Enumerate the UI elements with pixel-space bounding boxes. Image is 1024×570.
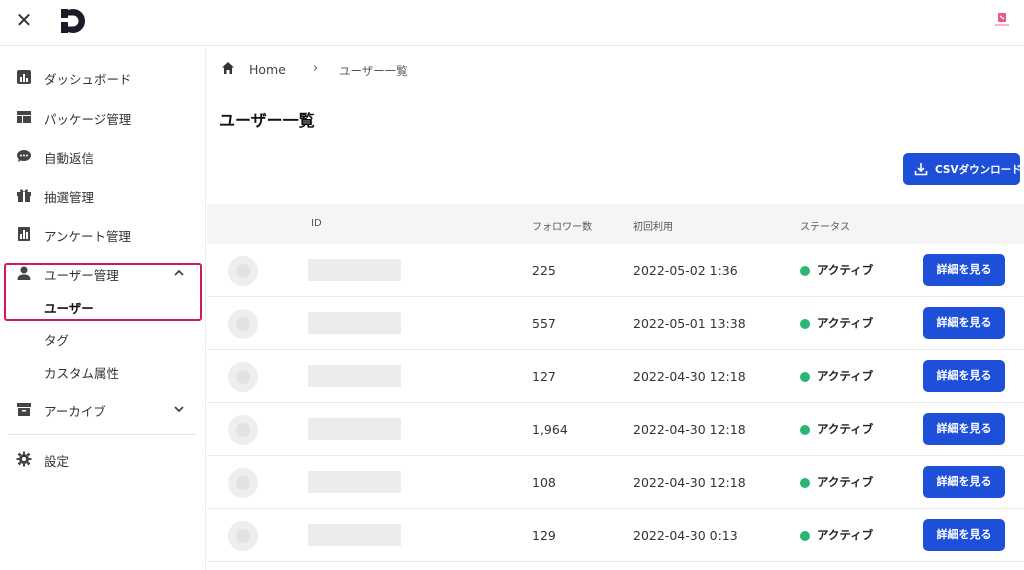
first-use-date: 2022-04-30 0:13 [633, 528, 738, 543]
status-label: アクティブ [817, 528, 874, 542]
table-row: 557 2022-05-01 13:38 アクティブ 詳細を見る [207, 297, 1024, 350]
sidebar-item-archive[interactable]: アーカイブ [0, 391, 206, 427]
csv-download-label: CSVダウンロード [935, 164, 1022, 176]
status-label: アクティブ [817, 369, 874, 383]
first-use-date: 2022-04-30 12:18 [633, 369, 746, 384]
layout-icon [17, 111, 31, 123]
user-avatar [228, 468, 258, 498]
user-id-redacted [308, 524, 401, 546]
first-use-date: 2022-05-02 1:36 [633, 263, 738, 278]
csv-download-button[interactable]: CSVダウンロード [903, 153, 1022, 185]
table-row: 1,964 2022-04-30 12:18 アクティブ 詳細を見る [207, 403, 1024, 456]
download-icon [914, 163, 928, 176]
chat-bubble-icon [17, 150, 31, 162]
sidebar-item-label: 抽選管理 [44, 190, 95, 205]
main-content: Home › ユーザー一覧 ユーザー一覧 CSVダウンロード ID フォロワー数… [207, 47, 1024, 570]
table-row: 108 2022-04-30 12:18 アクティブ 詳細を見る [207, 456, 1024, 509]
first-use-date: 2022-04-30 12:18 [633, 475, 746, 490]
status-label: アクティブ [817, 422, 874, 436]
status-label: アクティブ [817, 475, 874, 489]
home-icon[interactable] [221, 61, 235, 75]
sidebar-item-label: 自動返信 [44, 151, 95, 166]
close-icon[interactable]: ✕ [14, 10, 34, 30]
user-id-redacted [308, 418, 401, 440]
bar-chart-icon [17, 70, 31, 84]
view-details-button[interactable]: 詳細を見る [923, 360, 1005, 392]
gift-icon [17, 189, 31, 202]
app-logo-icon[interactable] [58, 7, 86, 35]
status-dot-icon [800, 478, 810, 488]
column-header-id: ID [311, 218, 322, 229]
follower-count: 1,964 [532, 422, 568, 437]
follower-count: 127 [532, 369, 556, 384]
sidebar-item-label: パッケージ管理 [44, 112, 132, 127]
user-avatar [228, 256, 258, 286]
sidebar-item-lottery[interactable]: 抽選管理 [0, 177, 206, 213]
follower-count: 129 [532, 528, 556, 543]
user-id-redacted [308, 312, 401, 334]
status-dot-icon [800, 266, 810, 276]
status-label: アクティブ [817, 263, 874, 277]
archive-icon [17, 403, 31, 416]
status-dot-icon [800, 372, 810, 382]
column-header-first-use: 初回利用 [633, 222, 673, 233]
sidebar-divider [8, 434, 196, 435]
user-avatar [228, 521, 258, 551]
page-title: ユーザー一覧 [219, 111, 315, 130]
breadcrumb-current: ユーザー一覧 [339, 64, 408, 78]
account-avatar[interactable] [992, 10, 1012, 30]
poll-icon [18, 227, 30, 241]
user-id-redacted [308, 259, 401, 281]
first-use-date: 2022-04-30 12:18 [633, 422, 746, 437]
breadcrumb-home-link[interactable]: Home [249, 62, 286, 77]
user-avatar [228, 415, 258, 445]
follower-count: 108 [532, 475, 556, 490]
sidebar-item-packages[interactable]: パッケージ管理 [0, 99, 206, 135]
table-row: 129 2022-04-30 0:13 アクティブ 詳細を見る [207, 509, 1024, 562]
sidebar-item-dashboard[interactable]: ダッシュボード [0, 59, 206, 95]
highlight-frame [4, 263, 202, 321]
follower-count: 557 [532, 316, 556, 331]
view-details-button[interactable]: 詳細を見る [923, 466, 1005, 498]
status-dot-icon [800, 425, 810, 435]
view-details-button[interactable]: 詳細を見る [923, 519, 1005, 551]
gear-icon [16, 451, 32, 467]
view-details-button[interactable]: 詳細を見る [923, 254, 1005, 286]
sidebar-item-survey[interactable]: アンケート管理 [0, 216, 206, 252]
sidebar-subitem-custom-attributes[interactable]: カスタム属性 [44, 363, 119, 382]
status-dot-icon [800, 531, 810, 541]
status-label: アクティブ [817, 316, 874, 330]
first-use-date: 2022-05-01 13:38 [633, 316, 746, 331]
sidebar-item-auto-reply[interactable]: 自動返信 [0, 138, 206, 174]
status-dot-icon [800, 319, 810, 329]
column-header-status: ステータス [800, 222, 850, 233]
table-header: ID フォロワー数 初回利用 ステータス [207, 204, 1024, 244]
table-row: 127 2022-04-30 12:18 アクティブ 詳細を見る [207, 350, 1024, 403]
sidebar-item-label: 設定 [44, 454, 70, 469]
chevron-down-icon[interactable] [172, 402, 186, 416]
sidebar-item-settings[interactable]: 設定 [0, 441, 206, 477]
view-details-button[interactable]: 詳細を見る [923, 307, 1005, 339]
breadcrumb-separator: › [313, 61, 319, 76]
sidebar-item-label: アーカイブ [44, 404, 106, 419]
view-details-button[interactable]: 詳細を見る [923, 413, 1005, 445]
top-bar: ✕ [0, 0, 1024, 46]
user-id-redacted [308, 365, 401, 387]
user-avatar [228, 309, 258, 339]
sidebar-subitem-tags[interactable]: タグ [44, 330, 69, 349]
sidebar-item-label: ダッシュボード [44, 72, 132, 87]
user-id-redacted [308, 471, 401, 493]
user-avatar [228, 362, 258, 392]
table-row: 225 2022-05-02 1:36 アクティブ 詳細を見る [207, 244, 1024, 297]
sidebar-item-label: アンケート管理 [44, 229, 132, 244]
column-header-followers: フォロワー数 [532, 222, 592, 233]
follower-count: 225 [532, 263, 556, 278]
sidebar: ダッシュボード パッケージ管理 自動返信 抽選管理 アンケート管理 ユーザー管理… [0, 47, 206, 570]
